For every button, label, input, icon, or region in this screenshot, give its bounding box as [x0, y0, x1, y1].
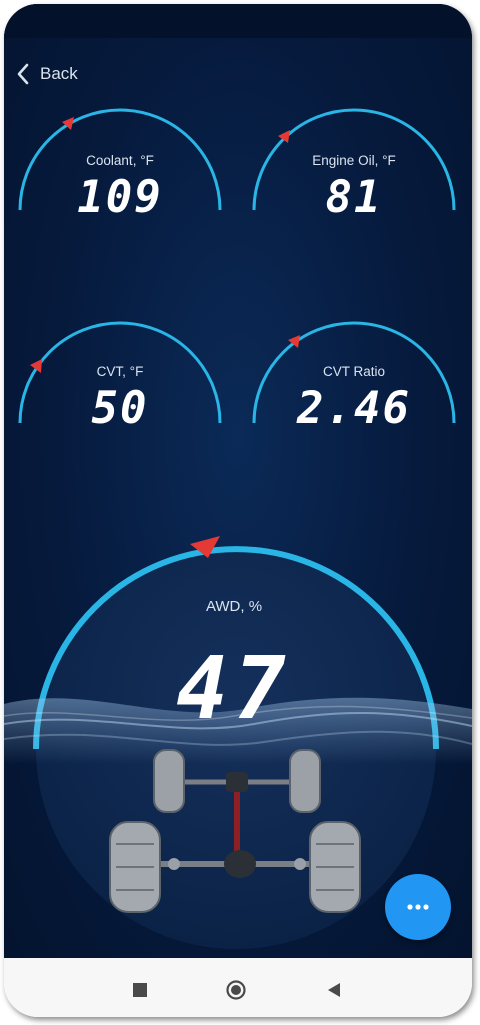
- nav-back-button[interactable]: [320, 976, 348, 1004]
- awd-label: AWD, %: [205, 598, 263, 615]
- recent-apps-button[interactable]: [126, 976, 154, 1004]
- app-screen: Back Coolant, °F 109 Engine Oil, °F 81 C…: [4, 4, 472, 958]
- home-button[interactable]: [222, 976, 250, 1004]
- back-triangle-icon: [328, 983, 340, 997]
- awd-value: 47: [176, 639, 292, 739]
- phone-frame: Back Coolant, °F 109 Engine Oil, °F 81 C…: [4, 4, 472, 1017]
- awd-gauge: [4, 536, 472, 949]
- more-horizontal-icon: [407, 904, 429, 910]
- home-icon: [226, 980, 246, 1000]
- recent-apps-icon: [133, 983, 147, 997]
- system-nav-bar: [4, 958, 472, 1017]
- more-options-button[interactable]: [385, 874, 451, 940]
